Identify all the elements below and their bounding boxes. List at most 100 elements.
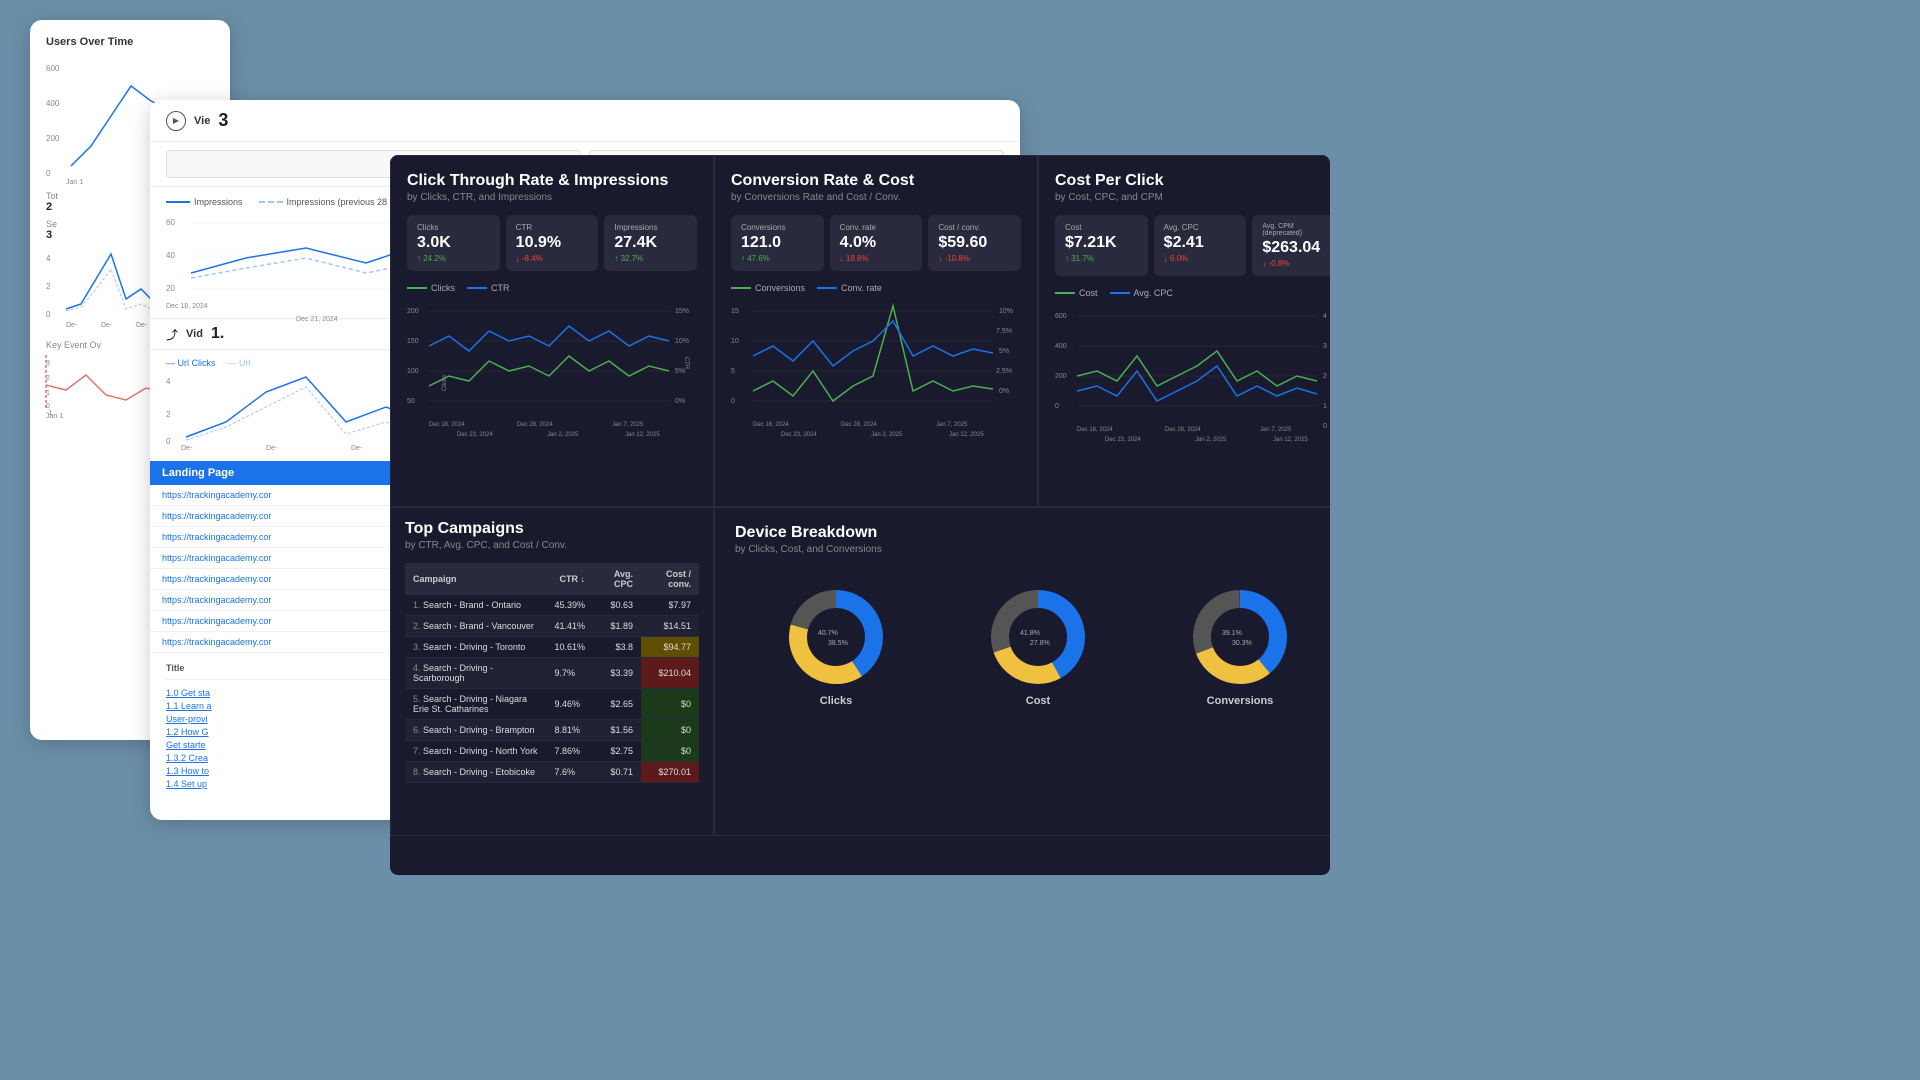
- svg-text:De-: De-: [181, 445, 193, 452]
- ctr-col-header: CTR ↓: [546, 563, 593, 595]
- svg-text:1: 1: [46, 390, 50, 397]
- conversions-stat: Conversions 121.0 ↑ 47.6%: [731, 215, 824, 271]
- device-charts: 40.7% 38.5% Clicks 41.8% 27.8% Cost: [735, 567, 1330, 727]
- svg-text:Dec 18, 2024: Dec 18, 2024: [166, 303, 208, 310]
- svg-text:2: 2: [1323, 373, 1327, 380]
- cost-conv-col-header: Cost / conv.: [641, 563, 699, 595]
- clicks-donut-label: Clicks: [820, 695, 852, 707]
- svg-text:3: 3: [1323, 343, 1327, 350]
- ctr-legend-line: [467, 287, 487, 289]
- svg-text:38.5%: 38.5%: [828, 640, 848, 647]
- cost-donut-svg: 41.8% 27.8%: [988, 587, 1088, 687]
- view-value: 3: [218, 110, 228, 131]
- table-row: 7. Search - Driving - North York 7.86% $…: [405, 741, 699, 762]
- svg-text:400: 400: [46, 99, 60, 108]
- svg-text:-1: -1: [46, 410, 52, 417]
- svg-text:De-: De-: [266, 445, 278, 452]
- device-subtitle: by Clicks, Cost, and Conversions: [735, 544, 1330, 555]
- campaign-col-header: Campaign: [405, 563, 546, 595]
- svg-text:4: 4: [46, 254, 51, 263]
- conv-subtitle: by Conversions Rate and Cost / Conv.: [731, 192, 1021, 203]
- table-row: 5. Search - Driving - Niagara Erie St. C…: [405, 689, 699, 720]
- svg-text:0: 0: [1323, 423, 1327, 430]
- svg-text:7.5%: 7.5%: [996, 328, 1012, 335]
- svg-text:60: 60: [166, 218, 175, 227]
- table-row: 4. Search - Driving - Scarborough 9.7% $…: [405, 658, 699, 689]
- cost-legend-label: Cost: [1079, 288, 1098, 298]
- svg-text:200: 200: [407, 308, 419, 315]
- svg-text:Dec 18, 2024: Dec 18, 2024: [753, 422, 789, 428]
- svg-text:Jan 12, 2025: Jan 12, 2025: [625, 432, 660, 438]
- svg-text:15: 15: [731, 308, 739, 315]
- svg-text:Dec 18, 2024: Dec 18, 2024: [429, 422, 465, 428]
- table-row: 1. Search - Brand - Ontario 45.39% $0.63…: [405, 595, 699, 616]
- svg-text:Dec 28, 2024: Dec 28, 2024: [841, 422, 877, 428]
- campaigns-panel: Top Campaigns by CTR, Avg. CPC, and Cost…: [390, 507, 714, 835]
- svg-text:Jan 2, 2025: Jan 2, 2025: [1195, 437, 1227, 443]
- svg-text:Dec 23, 2024: Dec 23, 2024: [781, 432, 817, 438]
- svg-text:0: 0: [1055, 403, 1059, 410]
- campaigns-subtitle: by CTR, Avg. CPC, and Cost / Conv.: [405, 540, 699, 551]
- campaigns-title: Top Campaigns: [405, 520, 699, 538]
- ctr-panel: Click Through Rate & Impressions by Clic…: [390, 155, 714, 507]
- avg-cpm-stat: Avg. CPM (deprecated) $263.04 ↓ -0.8%: [1252, 215, 1330, 276]
- svg-text:1: 1: [1323, 403, 1327, 410]
- table-row: 6. Search - Driving - Brampton 8.81% $1.…: [405, 720, 699, 741]
- cpc-stats: Cost $7.21K ↑ 31.7% Avg. CPC $2.41 ↓ 6.0…: [1055, 215, 1330, 276]
- svg-text:40.7%: 40.7%: [818, 630, 838, 637]
- svg-text:0: 0: [166, 437, 171, 446]
- svg-text:Jan 7, 2025: Jan 7, 2025: [936, 422, 968, 428]
- svg-text:4: 4: [166, 377, 171, 386]
- clicks-stat: Clicks 3.0K ↑ 24.2%: [407, 215, 500, 271]
- conversions-donut-container: 39.1% 30.3% Conversions: [1190, 587, 1290, 707]
- svg-text:5%: 5%: [999, 348, 1009, 355]
- conv-panel: Conversion Rate & Cost by Conversions Ra…: [714, 155, 1038, 507]
- conversions-donut-svg: 39.1% 30.3%: [1190, 587, 1290, 687]
- svg-text:Jan 12, 2025: Jan 12, 2025: [949, 432, 984, 438]
- impressions-legend: Impressions: [166, 197, 243, 207]
- share-icon[interactable]: ⤴: [166, 326, 178, 343]
- table-row: 8. Search - Driving - Etobicoke 7.6% $0.…: [405, 762, 699, 783]
- view-label: Vie: [194, 115, 210, 127]
- svg-text:Dec 23, 2024: Dec 23, 2024: [1105, 437, 1141, 443]
- svg-text:10%: 10%: [999, 308, 1013, 315]
- svg-text:De-: De-: [66, 322, 78, 329]
- svg-text:Jan 2, 2025: Jan 2, 2025: [871, 432, 903, 438]
- svg-text:15%: 15%: [675, 308, 689, 315]
- clicks-donut-svg: 40.7% 38.5%: [786, 587, 886, 687]
- conv-title: Conversion Rate & Cost: [731, 172, 1021, 190]
- clicks-donut-container: 40.7% 38.5% Clicks: [786, 587, 886, 707]
- cpc-legend: Cost Avg. CPC: [1055, 288, 1330, 298]
- table-row: 2. Search - Brand - Vancouver 41.41% $1.…: [405, 616, 699, 637]
- device-title: Device Breakdown: [735, 524, 1330, 542]
- top-video-title-header: Title: [166, 663, 184, 673]
- svg-text:2: 2: [166, 410, 171, 419]
- svg-text:10%: 10%: [675, 338, 689, 345]
- svg-text:20: 20: [166, 284, 175, 293]
- conversions-legend-line: [731, 287, 751, 289]
- svg-text:30.3%: 30.3%: [1232, 640, 1252, 647]
- svg-text:100: 100: [407, 368, 419, 375]
- impressions-prev-legend: Impressions (previous 28 days): [259, 197, 412, 207]
- svg-text:600: 600: [1055, 313, 1067, 320]
- ctr-legend-label: CTR: [491, 283, 510, 293]
- ctr-stats: Clicks 3.0K ↑ 24.2% CTR 10.9% ↓ -8.4% Im…: [407, 215, 697, 271]
- svg-text:De-: De-: [136, 322, 148, 329]
- cost-donut-container: 41.8% 27.8% Cost: [988, 587, 1088, 707]
- ctr-chart-svg: 200 150 100 50 15% 10% 5% 0% Dec 18, 202…: [407, 301, 697, 441]
- avg-cpc-legend-line: [1110, 292, 1130, 294]
- play-icon[interactable]: ▶: [166, 111, 186, 131]
- svg-text:50: 50: [407, 398, 415, 405]
- svg-text:27.8%: 27.8%: [1030, 640, 1050, 647]
- impressions-stat: Impressions 27.4K ↑ 32.7%: [604, 215, 697, 271]
- impressions-legend-label: Impressions: [194, 197, 243, 207]
- svg-text:Clicks: Clicks: [442, 375, 448, 391]
- svg-text:2: 2: [46, 375, 50, 382]
- svg-text:Jan 7, 2025: Jan 7, 2025: [1260, 427, 1292, 433]
- svg-text:2: 2: [46, 282, 51, 291]
- svg-text:0%: 0%: [675, 398, 685, 405]
- svg-text:40: 40: [166, 251, 175, 260]
- svg-text:3: 3: [46, 360, 50, 367]
- main-dashboard: Click Through Rate & Impressions by Clic…: [390, 155, 1330, 875]
- cost-conv-stat: Cost / conv. $59.60 ↓ -10.8%: [928, 215, 1021, 271]
